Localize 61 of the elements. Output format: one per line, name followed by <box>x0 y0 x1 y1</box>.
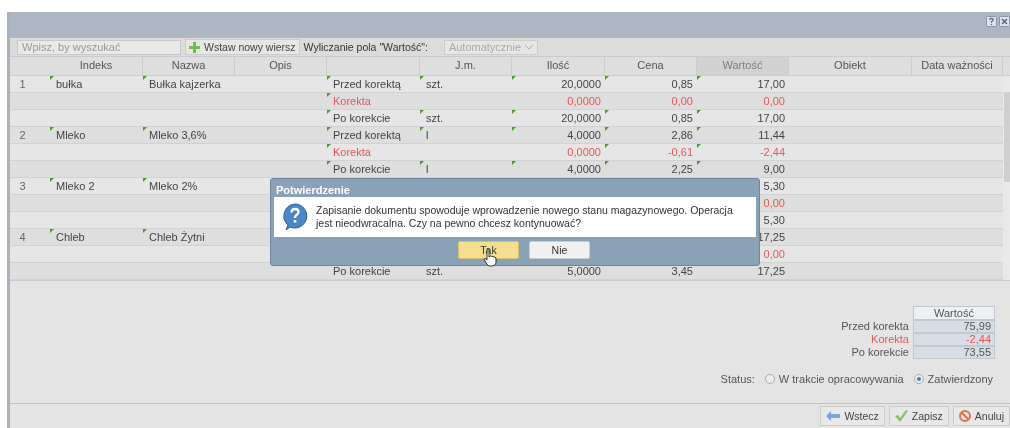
status-label: Status: <box>720 373 755 385</box>
dialog-message: Zapisanie dokumentu spowoduje wprowadzenie nowego stanu magazynowego. Operacja jest nieodwracalna. Czy na pewno chcesz kontynuować? <box>316 204 734 230</box>
table-cell-text: 0,0000 <box>567 145 601 160</box>
table-cell-text: 4,0000 <box>567 128 601 143</box>
table-cell-text: 0,00 <box>671 94 693 109</box>
table-cell-text: 0,00 <box>763 196 785 211</box>
summary-label: Korekta <box>870 333 909 346</box>
calculation-label: Wyliczanie pola "Wartość": <box>303 41 428 53</box>
table-cell-text: 17,00 <box>757 77 785 92</box>
table-cell-text: Chleb <box>56 230 85 245</box>
table-cell-text: 5,0000 <box>567 264 601 279</box>
summary-value: 75,99 <box>913 320 995 333</box>
row-number: 4 <box>19 231 26 243</box>
table-cell-text: 3,45 <box>671 264 693 279</box>
table-cell-text: l <box>426 128 429 143</box>
table-cell-text: Po korekcie <box>333 111 391 126</box>
row-number: 1 <box>19 78 26 90</box>
table-cell-text: 0,00 <box>763 247 785 262</box>
table-cell-text: Przed korektą <box>333 128 401 143</box>
table-cell-text: 20,0000 <box>561 111 601 126</box>
table-cell-text: Przed korektą <box>333 77 401 92</box>
table-cell-text: -2,44 <box>759 145 785 160</box>
table-cell-text: Mleko 2 <box>56 179 95 194</box>
table-cell-text: Mleko 3,6% <box>149 128 207 143</box>
table-cell-text: 11,44 <box>758 128 785 143</box>
table-cell-text: 0,85 <box>671 111 693 126</box>
table-cell-text: 2,86 <box>671 128 693 143</box>
table-cell-text: szt. <box>426 111 444 126</box>
summary-value: -2,44 <box>913 333 995 346</box>
table-cell-text: 17,00 <box>757 111 785 126</box>
table-cell-text: Po korekcie <box>333 162 391 177</box>
table-cell-text: 9,00 <box>763 162 785 177</box>
table-cell-text: Mleko 2% <box>149 179 198 194</box>
summary-value: 73,55 <box>913 346 995 359</box>
table-cell-text: Korekta <box>333 94 371 109</box>
table-cell-text: 5,30 <box>763 179 785 194</box>
table-cell-text: 0,85 <box>671 77 693 92</box>
table-cell-text: 17,25 <box>757 230 785 245</box>
row-number: 2 <box>19 129 26 141</box>
table-cell-text: szt. <box>426 264 444 279</box>
table-cell-text: 17,25 <box>757 264 785 279</box>
row-number: 3 <box>19 180 26 192</box>
table-cell-text: 0,0000 <box>567 94 601 109</box>
summary-label: Po korekcie <box>850 346 909 359</box>
dialog-title: Potwierdzenie <box>275 183 351 197</box>
table-cell-text: 5,30 <box>763 213 785 228</box>
table-cell-text: -0,61 <box>667 145 693 160</box>
table-cell-text: Bułka kajzerka <box>149 77 221 92</box>
table-cell-text: 2,25 <box>671 162 693 177</box>
table-cell-text: l <box>426 162 429 177</box>
table-cell-text: Po korekcie <box>333 264 391 279</box>
summary-label: Przed korekta <box>841 320 909 333</box>
table-cell-text: bułka <box>56 77 83 92</box>
table-cell-text: 20,0000 <box>561 77 601 92</box>
summary-header: Wartość <box>913 306 995 320</box>
table-cell-text: szt. <box>426 77 444 92</box>
table-cell-text: Korekta <box>333 145 371 160</box>
table-cell-text: Mleko <box>56 128 86 143</box>
table-cell-text: 0,00 <box>763 94 785 109</box>
table-cell-text: 4,0000 <box>567 162 601 177</box>
table-cell-text: Chleb Żytni <box>149 230 205 245</box>
